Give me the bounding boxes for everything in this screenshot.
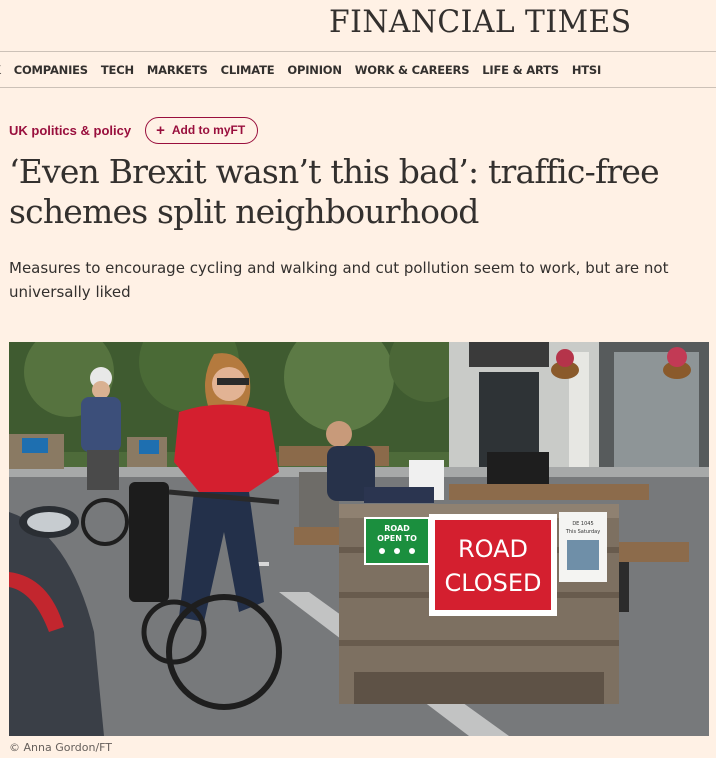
photo-credit: © Anna Gordon/FT [9,741,113,754]
topic-link[interactable]: UK politics & policy [9,123,131,138]
add-to-myft-label: Add to myFT [171,123,246,137]
article-photo: ROAD OPEN TO ROAD CLOSED DE 1045 This Sa… [9,342,709,736]
nav-item-life-arts[interactable]: LIFE & ARTS [482,63,559,77]
road-closed-line2: CLOSED [444,569,541,597]
nav-item-opinion[interactable]: OPINION [287,63,342,77]
road-closed-line1: ROAD [458,535,528,563]
standfirst: Measures to encourage cycling and walkin… [9,259,669,301]
nav-item-tech[interactable]: TECH [101,63,134,77]
poster-line1: DE 1045 [572,521,593,527]
masthead: FINANCIAL TIMES [0,0,716,51]
road-open-sign-line1: ROAD [384,524,410,533]
plus-icon: + [156,121,165,139]
add-to-myft-button[interactable]: + Add to myFT [145,116,259,144]
nav-item-companies[interactable]: COMPANIES [14,63,88,77]
main-nav: K COMPANIES TECH MARKETS CLIMATE OPINION… [0,51,716,88]
nav-item-k[interactable]: K [0,63,1,77]
ft-logo[interactable]: FINANCIAL TIMES [329,4,632,40]
nav-item-work-careers[interactable]: WORK & CAREERS [355,63,470,77]
headline: ‘Even Brexit wasn’t this bad’: traffic-f… [9,152,660,231]
nav-item-markets[interactable]: MARKETS [147,63,208,77]
topic-row: UK politics & policy + Add to myFT [9,115,259,145]
nav-item-climate[interactable]: CLIMATE [221,63,275,77]
poster-line2: This Saturday [565,529,600,535]
road-open-sign-line2: OPEN TO [377,534,417,543]
nav-item-htsi[interactable]: HTSI [572,63,601,77]
photo-illustration: ROAD OPEN TO ROAD CLOSED DE 1045 This Sa… [9,342,709,736]
